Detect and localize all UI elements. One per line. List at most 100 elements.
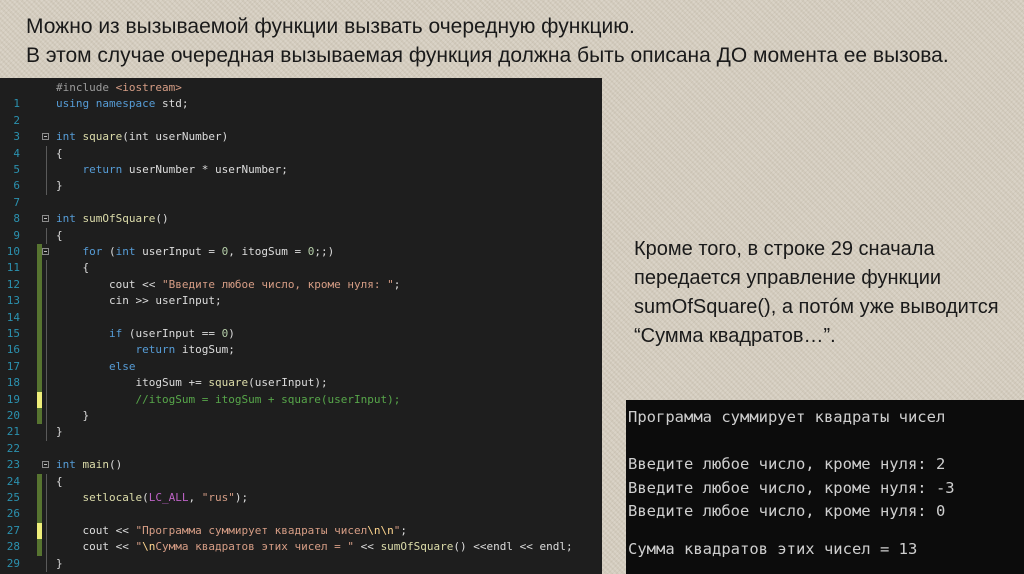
change-marker <box>37 522 42 540</box>
code-line: 29 cout << "\nСумма квадратов этих чисел… <box>0 539 602 570</box>
code-text: #include <iostream> <box>56 81 182 94</box>
explanation-note: Кроме того, в строке 29 сначала передает… <box>634 238 999 347</box>
code-text: } <box>82 409 90 422</box>
fold-guide <box>46 408 47 425</box>
code-line: 30 } <box>0 555 602 574</box>
code-text: } <box>56 179 63 193</box>
code-line: 15 <box>0 309 602 340</box>
code-line: 6 return userNumber * userNumber; <box>0 162 602 192</box>
fold-guide <box>46 145 47 162</box>
change-marker <box>37 260 42 277</box>
change-marker <box>37 358 42 376</box>
fold-guide <box>46 358 47 376</box>
code-text: { <box>82 261 90 275</box>
code-line: 19 itogSum += square(userInput); <box>0 375 602 406</box>
fold-guide <box>46 506 47 523</box>
code-text: int main() <box>56 458 123 472</box>
fold-guide <box>46 424 47 441</box>
console-output: Программа суммирует квадраты чисел Введи… <box>626 400 1024 574</box>
change-marker <box>37 342 42 359</box>
code-text: cout << "Введите любое число, кроме нуля… <box>108 277 401 291</box>
code-line: 17 return itogSum; <box>0 342 602 373</box>
console-line: Введите любое число, кроме нуля: 0 <box>628 502 946 520</box>
change-marker <box>37 408 42 425</box>
change-marker <box>37 276 42 294</box>
fold-guide <box>46 539 47 556</box>
code-line: 18 else <box>0 358 602 389</box>
code-line: 24 int main() <box>0 457 602 487</box>
console-line: Введите любое число, кроме нуля: -3 <box>628 478 955 497</box>
fold-guide <box>46 342 47 359</box>
code-line: 10 { <box>0 227 602 258</box>
code-line: 12 { <box>0 260 602 291</box>
code-text: cin >> userInput; <box>108 294 222 308</box>
code-editor[interactable]: 1 #include <iostream> 2 using namespace … <box>0 78 602 574</box>
slide-header: Можно из вызываемой функции вызвать очер… <box>26 12 1006 70</box>
fold-toggle-icon[interactable] <box>42 248 49 255</box>
fold-guide <box>46 522 47 540</box>
code-text: } <box>56 425 63 439</box>
fold-guide <box>46 490 47 507</box>
code-line: 2 using namespace std; <box>0 96 602 126</box>
console-line: Программа суммирует квадраты чисел <box>628 408 946 426</box>
fold-guide <box>46 162 47 179</box>
code-text: itogSum += square(userInput); <box>135 376 328 390</box>
change-marker <box>37 309 42 326</box>
code-text: return userNumber * userNumber; <box>82 163 288 176</box>
fold-guide <box>46 260 47 277</box>
console-line: Введите любое число, кроме нуля: 2 <box>628 455 946 473</box>
fold-guide <box>46 293 47 310</box>
change-marker <box>37 391 42 408</box>
fold-guide <box>46 178 47 195</box>
fold-guide <box>46 227 47 244</box>
code-text: { <box>56 474 63 488</box>
change-marker <box>37 473 42 490</box>
code-line: 16 if (userInput == 0) <box>0 326 602 356</box>
fold-guide <box>46 391 47 408</box>
code-line: 14 cin >> userInput; <box>0 293 602 324</box>
code-text: else <box>108 359 136 373</box>
header-line-2: В этом случае очередная вызываемая функц… <box>26 44 949 67</box>
code-text: //itogSum = itogSum + square(userInput); <box>135 392 401 406</box>
code-text: int square(int userNumber) <box>56 130 229 144</box>
fold-guide <box>46 326 47 343</box>
console-line: Сумма квадратов этих чисел = 13 <box>628 540 918 558</box>
code-text: using namespace std; <box>56 97 189 111</box>
code-text: return itogSum; <box>135 343 235 357</box>
fold-toggle-icon[interactable] <box>42 461 49 469</box>
code-line: 25 { <box>0 473 602 504</box>
code-text: if (userInput == 0) <box>108 327 235 340</box>
code-text: cout << "\nСумма квадратов этих чисел = … <box>82 540 573 554</box>
code-line: 28 cout << "Программа суммирует квадраты… <box>0 522 602 553</box>
code-text: for (int userInput = 0, itogSum = 0;;) <box>82 245 335 258</box>
fold-toggle-icon[interactable] <box>42 133 49 141</box>
change-marker <box>37 326 42 343</box>
code-line: 3 <box>0 113 602 143</box>
code-text: cout << "Программа суммирует квадраты чи… <box>82 523 408 537</box>
header-line-1: Можно из вызываемой функции вызвать очер… <box>26 15 635 38</box>
code-line: 1 #include <iostream> <box>0 80 602 110</box>
fold-toggle-icon[interactable] <box>42 215 49 223</box>
change-marker <box>37 293 42 310</box>
change-marker <box>37 490 42 507</box>
code-text: int sumOfSquare() <box>56 212 169 226</box>
change-marker <box>37 539 42 556</box>
fold-guide <box>46 309 47 326</box>
code-line: 27 <box>0 506 602 537</box>
fold-guide <box>46 473 47 490</box>
code-line: 26 setlocale(LC_ALL, "rus"); <box>0 490 602 520</box>
code-text: } <box>56 556 63 570</box>
change-marker <box>37 506 42 523</box>
code-line: 23 <box>0 441 602 471</box>
change-marker <box>37 375 42 392</box>
code-line: 22 } <box>0 424 602 455</box>
code-text: { <box>56 146 63 160</box>
code-line: 20 //itogSum = itogSum + square(userInpu… <box>0 391 602 422</box>
code-line: 5 { <box>0 145 602 176</box>
code-line: 7 } <box>0 178 602 209</box>
fold-guide <box>46 555 47 572</box>
code-text: setlocale(LC_ALL, "rus"); <box>82 491 249 504</box>
code-line: 11 for (int userInput = 0, itogSum = 0;;… <box>0 244 602 274</box>
fold-guide <box>46 375 47 392</box>
fold-guide <box>46 276 47 294</box>
